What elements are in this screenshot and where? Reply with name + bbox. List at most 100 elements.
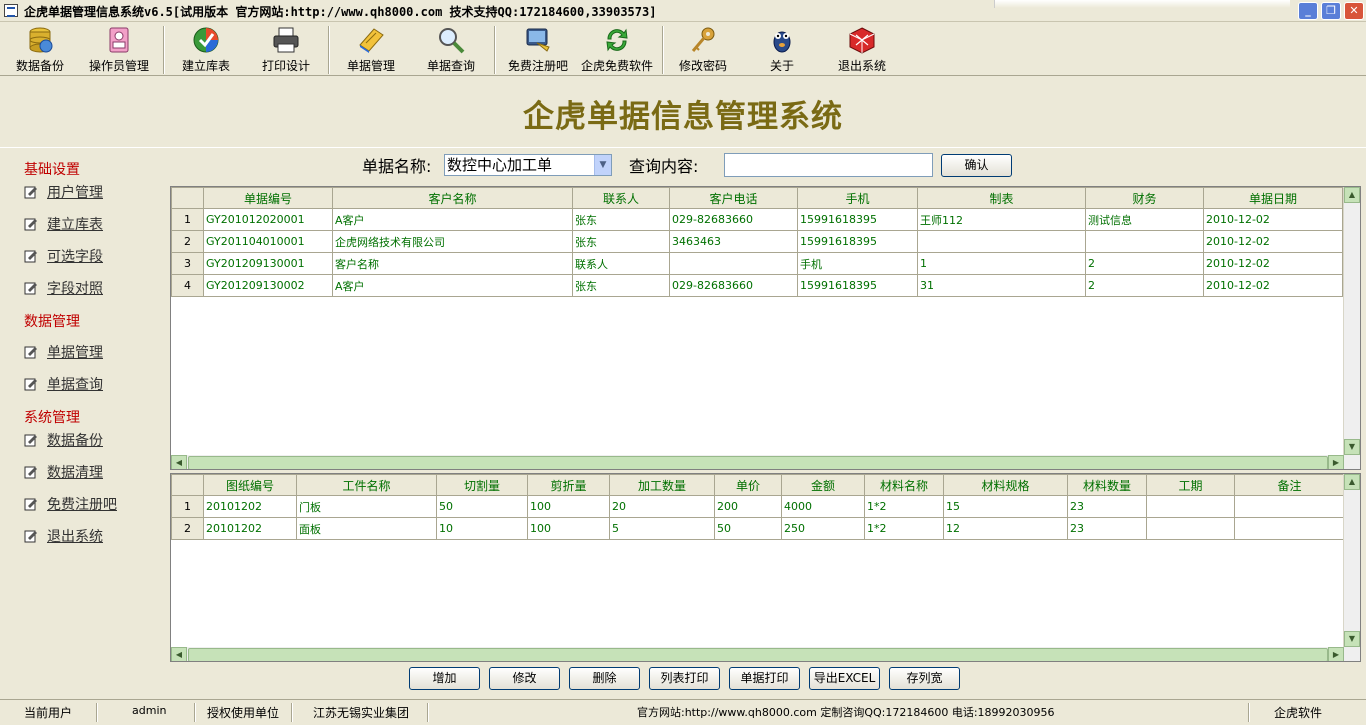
column-header[interactable]: 加工数量 [609, 474, 715, 496]
table-cell[interactable]: 20101202 [203, 517, 297, 540]
table-cell[interactable]: 联系人 [572, 252, 670, 275]
table-cell[interactable]: 15991618395 [797, 274, 918, 297]
table-cell[interactable]: 15991618395 [797, 208, 918, 231]
master-horizontal-scrollbar[interactable]: ◀ ▶ [171, 455, 1360, 469]
table-cell[interactable]: 4000 [781, 495, 865, 518]
toolbar-change-password-button[interactable]: 修改密码 [675, 25, 731, 75]
document-print-button[interactable]: 单据打印 [729, 667, 800, 690]
scroll-left-icon[interactable]: ◀ [171, 647, 187, 661]
sidebar-item-user-manage[interactable]: 用户管理 [24, 182, 103, 202]
export-excel-button[interactable]: 导出EXCEL [809, 667, 880, 690]
scroll-down-icon[interactable]: ▼ [1344, 631, 1360, 647]
scroll-right-icon[interactable]: ▶ [1328, 455, 1344, 469]
table-cell[interactable]: 张东 [572, 230, 670, 253]
table-cell[interactable] [1234, 517, 1345, 540]
table-cell[interactable]: GY201209130002 [203, 274, 333, 297]
table-row[interactable]: 1 20101202 门板 50 100 20 200 4000 1*2 15 … [171, 495, 1345, 518]
toolbar-operator-button[interactable]: 操作员管理 [86, 25, 152, 75]
save-column-width-button[interactable]: 存列宽 [889, 667, 960, 690]
table-cell[interactable]: 31 [917, 274, 1086, 297]
table-cell[interactable]: 1*2 [864, 495, 944, 518]
sidebar-item-document-manage[interactable]: 单据管理 [24, 342, 103, 362]
table-cell[interactable]: 250 [781, 517, 865, 540]
table-cell[interactable]: 张东 [572, 208, 670, 231]
table-cell[interactable]: 2010-12-02 [1203, 230, 1343, 253]
toolbar-free-software-button[interactable]: 企虎免费软件 [578, 25, 656, 75]
column-header[interactable]: 制表 [917, 187, 1086, 209]
toolbar-register-button[interactable]: 免费注册吧 [505, 25, 571, 75]
sidebar-item-data-backup[interactable]: 数据备份 [24, 430, 103, 450]
table-cell[interactable] [669, 252, 798, 275]
scroll-down-icon[interactable]: ▼ [1344, 439, 1360, 455]
column-header[interactable]: 备注 [1234, 474, 1345, 496]
table-cell[interactable]: 2 [1085, 252, 1204, 275]
scroll-up-icon[interactable]: ▲ [1344, 187, 1360, 203]
table-cell[interactable]: A客户 [332, 274, 573, 297]
table-cell[interactable]: GY201012020001 [203, 208, 333, 231]
delete-button[interactable]: 删除 [569, 667, 640, 690]
table-cell[interactable]: 门板 [296, 495, 437, 518]
table-row[interactable]: 2 GY201104010001 企虎网络技术有限公司 张东 3463463 1… [171, 230, 1343, 253]
column-header[interactable]: 联系人 [572, 187, 670, 209]
table-cell[interactable]: 客户名称 [332, 252, 573, 275]
table-cell[interactable] [1234, 495, 1345, 518]
table-cell[interactable]: 2 [1085, 274, 1204, 297]
table-cell[interactable]: 1 [917, 252, 1086, 275]
table-cell[interactable]: 50 [436, 495, 528, 518]
table-cell[interactable]: 100 [527, 495, 610, 518]
table-cell[interactable]: 2010-12-02 [1203, 274, 1343, 297]
toolbar-document-query-button[interactable]: 单据查询 [423, 25, 479, 75]
add-button[interactable]: 增加 [409, 667, 480, 690]
master-vertical-scrollbar[interactable]: ▲ ▼ [1343, 187, 1360, 455]
detail-horizontal-scrollbar[interactable]: ◀ ▶ [171, 647, 1360, 661]
column-header[interactable]: 单价 [714, 474, 782, 496]
table-cell[interactable]: 23 [1067, 495, 1147, 518]
column-header[interactable]: 材料规格 [943, 474, 1068, 496]
table-cell[interactable] [1085, 230, 1204, 253]
scroll-thumb[interactable] [188, 456, 1328, 469]
table-cell[interactable]: 3463463 [669, 230, 798, 253]
column-header[interactable]: 手机 [797, 187, 918, 209]
query-input[interactable] [724, 153, 933, 177]
column-header[interactable]: 金额 [781, 474, 865, 496]
toolbar-create-table-button[interactable]: 建立库表 [178, 25, 234, 75]
scroll-right-icon[interactable]: ▶ [1328, 647, 1344, 661]
list-print-button[interactable]: 列表打印 [649, 667, 720, 690]
table-cell[interactable]: 029-82683660 [669, 208, 798, 231]
toolbar-print-design-button[interactable]: 打印设计 [258, 25, 314, 75]
table-cell[interactable]: 50 [714, 517, 782, 540]
column-header[interactable]: 客户名称 [332, 187, 573, 209]
sidebar-item-exit[interactable]: 退出系统 [24, 526, 103, 546]
table-cell[interactable]: 15 [943, 495, 1068, 518]
table-cell[interactable]: 20 [609, 495, 715, 518]
table-cell[interactable]: 20101202 [203, 495, 297, 518]
table-cell[interactable]: 15991618395 [797, 230, 918, 253]
maximize-button[interactable]: ❐ [1321, 2, 1341, 20]
sidebar-item-data-cleanup[interactable]: 数据清理 [24, 462, 103, 482]
table-cell[interactable]: 23 [1067, 517, 1147, 540]
table-cell[interactable]: GY201209130001 [203, 252, 333, 275]
table-cell[interactable]: 张东 [572, 274, 670, 297]
table-row[interactable]: 3 GY201209130001 客户名称 联系人 手机 1 2 2010-12… [171, 252, 1343, 275]
table-cell[interactable]: 200 [714, 495, 782, 518]
column-header[interactable]: 材料数量 [1067, 474, 1147, 496]
table-cell[interactable]: 王师112 [917, 208, 1086, 231]
chevron-down-icon[interactable]: ▼ [594, 155, 611, 175]
table-row[interactable]: 2 20101202 面板 10 100 5 50 250 1*2 12 23 [171, 517, 1345, 540]
table-cell[interactable]: 029-82683660 [669, 274, 798, 297]
sidebar-item-register[interactable]: 免费注册吧 [24, 494, 117, 514]
table-cell[interactable]: 1*2 [864, 517, 944, 540]
table-cell[interactable]: 12 [943, 517, 1068, 540]
confirm-button[interactable]: 确认 [941, 154, 1012, 177]
toolbar-data-backup-button[interactable]: 数据备份 [12, 25, 68, 75]
sidebar-item-field-mapping[interactable]: 字段对照 [24, 278, 103, 298]
scroll-left-icon[interactable]: ◀ [171, 455, 187, 469]
table-cell[interactable] [1146, 495, 1235, 518]
table-cell[interactable]: 2010-12-02 [1203, 208, 1343, 231]
close-button[interactable]: ✕ [1344, 2, 1364, 20]
column-header[interactable]: 单据编号 [203, 187, 333, 209]
detail-vertical-scrollbar[interactable]: ▲ ▼ [1343, 474, 1360, 647]
sidebar-item-document-query[interactable]: 单据查询 [24, 374, 103, 394]
column-header[interactable]: 剪折量 [527, 474, 610, 496]
column-header[interactable]: 单据日期 [1203, 187, 1343, 209]
